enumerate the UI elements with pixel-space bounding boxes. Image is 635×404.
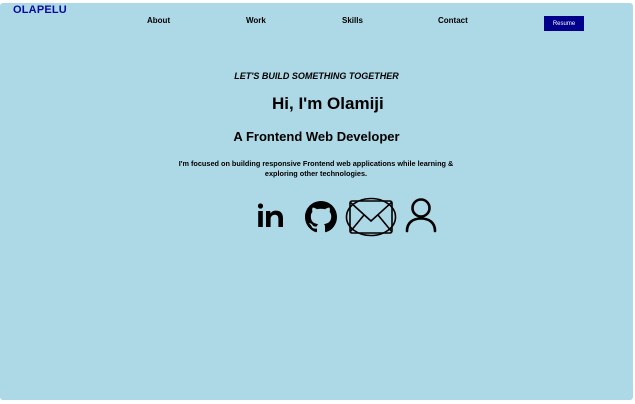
resume-button[interactable]: Resume bbox=[544, 16, 584, 31]
role-heading: A Frontend Web Developer bbox=[233, 129, 400, 144]
page: OLAPELU About Work Skills Contact Resume… bbox=[0, 3, 633, 400]
description-text: I'm focused on building responsive Front… bbox=[178, 159, 454, 178]
profile-icon[interactable] bbox=[404, 197, 438, 233]
email-icon[interactable] bbox=[345, 197, 397, 237]
linkedin-icon[interactable] bbox=[256, 202, 286, 230]
greeting-heading: Hi, I'm Olamiji bbox=[272, 94, 384, 113]
logo[interactable]: OLAPELU bbox=[13, 4, 67, 16]
nav-about[interactable]: About bbox=[147, 16, 170, 25]
nav-contact[interactable]: Contact bbox=[438, 16, 468, 25]
nav-work[interactable]: Work bbox=[246, 16, 266, 25]
nav-skills[interactable]: Skills bbox=[342, 16, 363, 25]
tagline: LET'S BUILD SOMETHING TOGETHER bbox=[234, 71, 399, 81]
github-icon[interactable] bbox=[305, 201, 337, 233]
